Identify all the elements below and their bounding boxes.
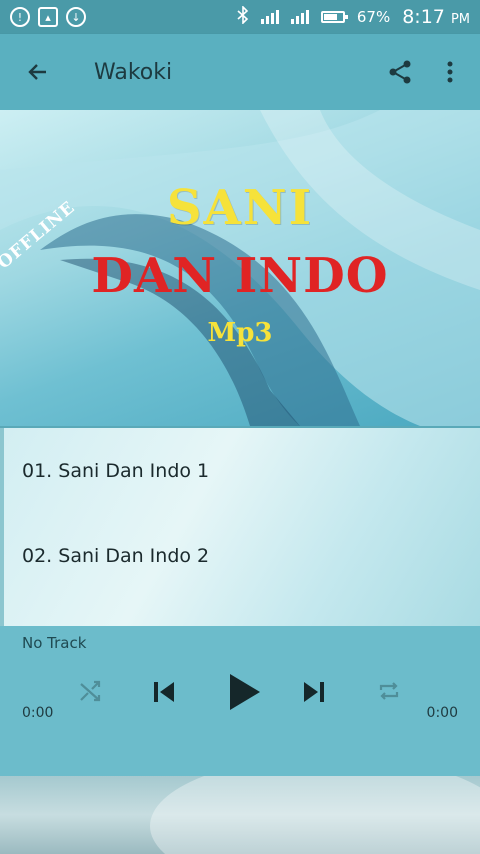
banner-line-3: Mp3 [207,318,273,348]
battery-icon [320,11,348,23]
clock-time: 8:17 [402,6,445,28]
image-icon: ▴ [38,7,58,27]
total-duration: 0:00 [426,705,458,721]
skip-next-icon [304,682,324,702]
shuffle-icon [80,680,101,702]
repeat-button[interactable] [374,676,404,706]
clock-ampm: PM [450,12,470,27]
media-player: No Track 0:00 0:00 [0,626,480,776]
signal-icon-2 [290,10,309,24]
share-icon [389,60,411,84]
status-bar: ! ▴ ↓ 67% 8:17 PM [0,0,480,34]
elapsed-time: 0:00 [22,705,54,721]
more-options-button[interactable] [438,54,462,90]
back-button[interactable] [18,52,58,92]
repeat-icon [379,682,399,700]
bottom-wallpaper [0,776,480,854]
banner-line-2: DAN INDO [91,248,389,304]
previous-button[interactable] [148,676,180,708]
app-bar: Wakoki [0,34,480,110]
now-playing-label: No Track [22,634,87,652]
shuffle-button[interactable] [76,676,106,706]
banner-line-1: SANI [166,180,314,236]
signal-icon-1 [260,10,279,24]
album-banner: OFFLINE SANI DAN INDO Mp3 [0,110,480,426]
clock: 8:17 PM [402,6,470,28]
battery-percent: 67% [356,8,391,26]
bluetooth-icon [237,5,249,28]
page-title: Wakoki [94,59,173,85]
next-button[interactable] [298,676,330,708]
alert-icon: ! [10,7,30,27]
track-item-2[interactable]: 02. Sani Dan Indo 2 [22,545,209,567]
download-icon: ↓ [66,7,86,27]
skip-previous-icon [154,682,174,702]
track-item-1[interactable]: 01. Sani Dan Indo 1 [22,460,209,482]
share-button[interactable] [382,54,418,90]
more-vert-icon [447,61,453,83]
play-icon [230,674,260,710]
track-list: 01. Sani Dan Indo 1 02. Sani Dan Indo 2 [0,428,480,626]
play-button[interactable] [222,670,266,714]
arrow-back-icon [28,64,46,80]
